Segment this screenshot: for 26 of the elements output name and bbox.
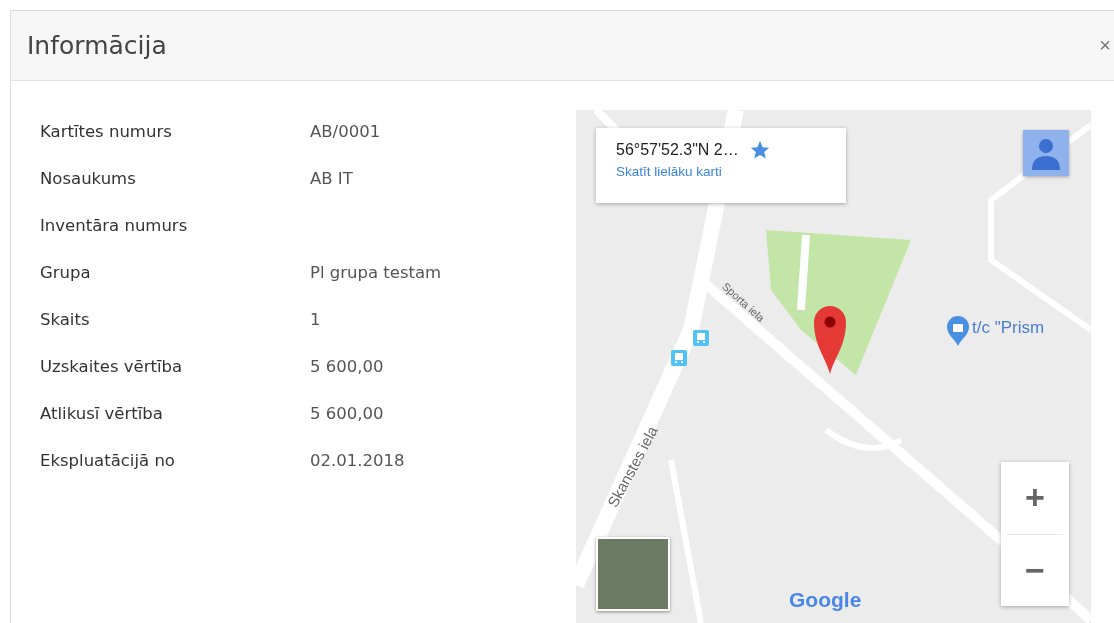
field-label: Atlikusī vērtība xyxy=(40,403,164,425)
coordinates-text: 56°57'52.3"N 2… xyxy=(616,141,739,159)
field-label: Grupa xyxy=(40,262,92,284)
field-label: Skaits xyxy=(40,309,91,331)
place-label: t/c "Prism xyxy=(972,318,1045,338)
zoom-out-button[interactable]: − xyxy=(1007,533,1063,606)
field-label: Kartītes numurs xyxy=(40,121,173,143)
bus-stop-icon xyxy=(693,330,709,346)
field-value: 1 xyxy=(310,309,321,331)
map-logo: Google xyxy=(789,588,862,612)
field-value: 02.01.2018 xyxy=(310,450,405,472)
field-label: Inventāra numurs xyxy=(40,215,189,237)
field-value: Pl grupa testam xyxy=(310,262,442,284)
satellite-view-thumbnail[interactable] xyxy=(596,537,670,611)
field-label: Ekspluatācijā no xyxy=(40,450,176,472)
field-value: 5 600,00 xyxy=(310,356,384,378)
larger-map-link[interactable]: Skatīt lielāku karti xyxy=(616,164,826,179)
person-icon[interactable] xyxy=(1023,130,1069,176)
field-value: AB IT xyxy=(310,168,353,190)
bus-stop-icon xyxy=(671,350,687,366)
field-label: Uzskaites vērtība xyxy=(40,356,184,378)
field-value: AB/0001 xyxy=(310,121,381,143)
dialog-title: Informācija xyxy=(27,31,167,60)
field-value: 5 600,00 xyxy=(310,403,384,425)
field-label: Nosaukums xyxy=(40,168,137,190)
close-button[interactable]: × xyxy=(1095,34,1114,57)
